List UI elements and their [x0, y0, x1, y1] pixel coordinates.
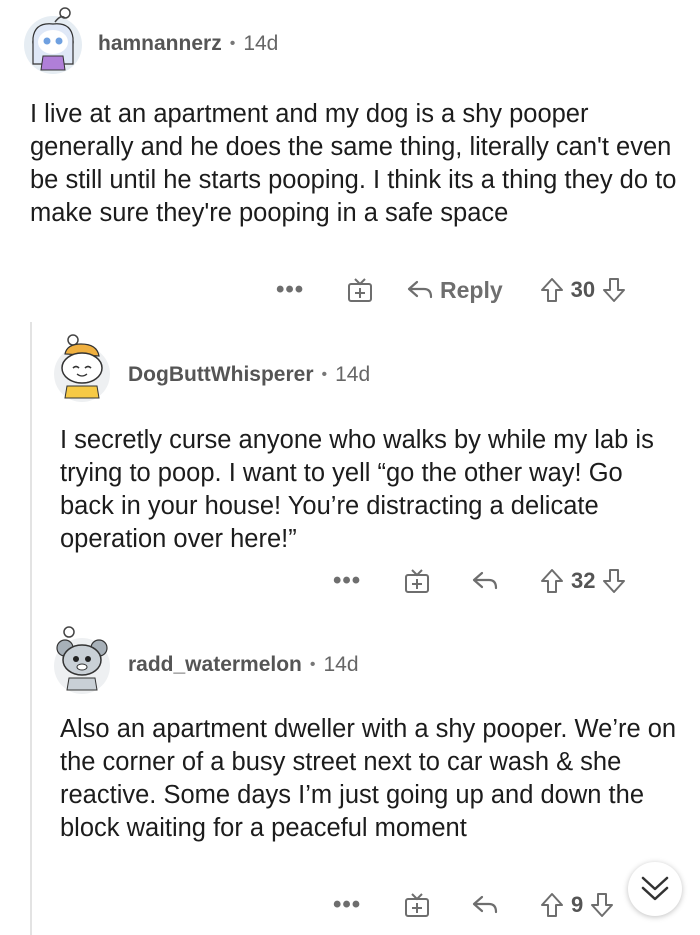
vote-count: 9: [571, 892, 584, 917]
comment-timestamp: 14d: [243, 32, 279, 55]
comment-actions: ••• 9: [333, 885, 633, 925]
downvote-arrow-icon[interactable]: [601, 276, 627, 304]
upvote-arrow-icon[interactable]: [539, 567, 565, 595]
award-gift-icon[interactable]: [346, 276, 374, 304]
comment-username[interactable]: DogButtWhisperer: [128, 363, 314, 387]
upvote-arrow-icon[interactable]: [539, 891, 565, 919]
comment-username[interactable]: hamnannerz: [98, 32, 222, 56]
meta-separator: •: [229, 35, 236, 52]
reply-arrow-icon: [407, 280, 433, 299]
comment-body: Also an apartment dweller with a shy poo…: [60, 715, 677, 842]
reply-arrow-icon[interactable]: [471, 893, 499, 917]
comment-body: I secretly curse anyone who walks by whi…: [60, 426, 654, 553]
comment-timestamp: 14d: [335, 363, 371, 386]
comment-username[interactable]: radd_watermelon: [128, 653, 302, 677]
avatar[interactable]: [24, 7, 82, 74]
reply-arrow-icon[interactable]: [471, 569, 499, 593]
more-options-icon[interactable]: •••: [333, 569, 373, 593]
comment-timestamp: 14d: [323, 653, 359, 676]
meta-separator: •: [321, 366, 328, 383]
thread-line[interactable]: [30, 322, 32, 935]
upvote-arrow-icon[interactable]: [539, 276, 565, 304]
vote-count: 32: [571, 568, 596, 593]
more-options-icon[interactable]: •••: [276, 278, 316, 302]
award-gift-icon[interactable]: [403, 567, 431, 595]
snoo-avatar-icon: [32, 7, 74, 71]
downvote-arrow-icon[interactable]: [589, 891, 615, 919]
comment-actions: ••• Reply 30: [276, 270, 676, 310]
reply-button[interactable]: Reply: [406, 277, 503, 304]
more-options-icon[interactable]: •••: [333, 893, 373, 917]
comment-body: I live at an apartment and my dog is a s…: [30, 100, 677, 227]
award-gift-icon[interactable]: [403, 891, 431, 919]
scroll-down-chevron-icon: [641, 876, 669, 901]
scroll-down-button[interactable]: [628, 862, 682, 916]
meta-separator: •: [309, 656, 316, 673]
avatar[interactable]: [54, 626, 110, 694]
reply-label[interactable]: Reply: [440, 277, 503, 304]
vote-count: 30: [570, 277, 596, 302]
downvote-arrow-icon[interactable]: [601, 567, 627, 595]
snoo-avatar-icon: [56, 626, 108, 691]
snoo-avatar-icon: [61, 334, 103, 399]
comment-actions: ••• 32: [333, 561, 673, 601]
avatar[interactable]: [54, 334, 110, 402]
